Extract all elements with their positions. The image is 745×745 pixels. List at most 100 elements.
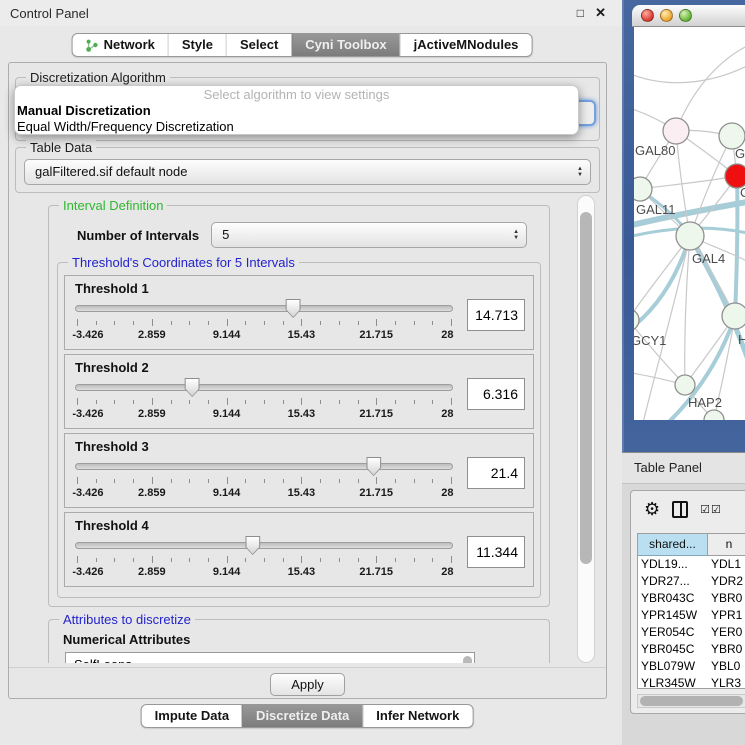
- network-node-hap2[interactable]: [675, 375, 695, 395]
- threshold-slider[interactable]: -3.4262.8599.14415.4321.71528: [75, 457, 453, 501]
- threshold-value-field[interactable]: 21.4: [467, 457, 525, 489]
- tab-impute-data[interactable]: Impute Data: [142, 705, 242, 727]
- tab-discretize-data[interactable]: Discretize Data: [242, 705, 362, 727]
- combobox-stepper-icon: ▲▼: [513, 225, 519, 241]
- network-node-gal4[interactable]: [676, 222, 704, 250]
- threshold-value-field[interactable]: 14.713: [467, 299, 525, 331]
- slider-thumb[interactable]: [245, 536, 260, 555]
- tab-cyni-toolbox[interactable]: Cyni Toolbox: [291, 34, 399, 56]
- mac-close-button[interactable]: [641, 9, 654, 22]
- threshold-slider[interactable]: -3.4262.8599.14415.4321.71528: [75, 378, 453, 422]
- slider-thumb[interactable]: [185, 378, 200, 397]
- close-window-icon[interactable]: ✕: [595, 5, 606, 21]
- threshold-panel: Threshold 3 -3.4262.8599.14415.4321.7152…: [64, 433, 534, 508]
- network-node-gal11[interactable]: [634, 177, 652, 201]
- node-label: C: [740, 185, 745, 200]
- threshold-panel: Threshold 4 -3.4262.8599.14415.4321.7152…: [64, 512, 534, 587]
- tab-style[interactable]: Style: [168, 34, 226, 56]
- number-of-intervals-label: Number of Intervals: [77, 228, 199, 243]
- table-data-combobox[interactable]: galFiltered.sif default node ▲▼: [24, 159, 591, 185]
- table-data-group: Table Data galFiltered.sif default node …: [15, 147, 600, 193]
- table-row[interactable]: YPR145WYPR1: [638, 607, 745, 624]
- numerical-attributes-list[interactable]: SelfLoopsTopologicalCoefficientBetweenne…: [65, 652, 475, 663]
- table-row[interactable]: YDR27...YDR2: [638, 573, 745, 590]
- tab-infer-network[interactable]: Infer Network: [362, 705, 472, 727]
- node-table[interactable]: shared... n YDL19...YDL1YDR27...YDR2YBR0…: [637, 533, 745, 689]
- network-node-gcy1[interactable]: [634, 309, 639, 331]
- threshold-slider[interactable]: -3.4262.8599.14415.4321.71528: [75, 299, 453, 343]
- tab-network[interactable]: Network: [73, 34, 168, 56]
- control-panel-tabbar: NetworkStyleSelectCyni ToolboxjActiveMNo…: [72, 33, 533, 57]
- apply-button[interactable]: Apply: [270, 673, 345, 696]
- threshold-value-field[interactable]: 6.316: [467, 378, 525, 410]
- algorithm-option-equal-width[interactable]: Equal Width/Frequency Discretization: [15, 119, 578, 135]
- settings-scroll-viewport: Interval Definition Number of Intervals …: [15, 195, 575, 663]
- slider-ticks: [77, 398, 451, 406]
- screen: Control Panel □ ✕ NetworkStyleSelectCyni…: [0, 0, 745, 745]
- threshold-slider[interactable]: -3.4262.8599.14415.4321.71528: [75, 536, 453, 580]
- node-label: GAL4: [692, 251, 725, 266]
- table-hscrollbar-thumb[interactable]: [640, 696, 743, 706]
- node-label: GAL80: [635, 143, 675, 158]
- table-panel-title: Table Panel: [634, 460, 702, 475]
- panel-scrollbar-thumb[interactable]: [580, 212, 592, 564]
- thresholds-group: Threshold's Coordinates for 5 Intervals …: [57, 262, 541, 598]
- tab-jactivemnodules[interactable]: jActiveMNodules: [400, 34, 532, 56]
- tab-select[interactable]: Select: [226, 34, 291, 56]
- thresholds-group-label: Threshold's Coordinates for 5 Intervals: [68, 255, 299, 270]
- network-node-h[interactable]: [722, 303, 745, 329]
- algorithm-option-manual[interactable]: Manual Discretization: [15, 103, 578, 119]
- threshold-panel: Threshold 2 -3.4262.8599.14415.4321.7152…: [64, 354, 534, 429]
- interval-definition-group: Interval Definition Number of Intervals …: [48, 205, 550, 607]
- attributes-group: Attributes to discretize Numerical Attri…: [48, 619, 550, 663]
- gear-icon[interactable]: ⚙: [644, 500, 660, 518]
- slider-track[interactable]: [75, 305, 453, 312]
- checkbox-icons[interactable]: ☑☑: [700, 503, 722, 516]
- mac-minimize-button[interactable]: [660, 9, 673, 22]
- slider-thumb[interactable]: [286, 299, 301, 318]
- slider-ticks: [77, 477, 451, 485]
- table-row[interactable]: YER054CYER0: [638, 624, 745, 641]
- attributes-group-label: Attributes to discretize: [59, 612, 195, 627]
- slider-track[interactable]: [75, 542, 453, 549]
- node-label: H: [738, 332, 745, 347]
- list-scrollbar[interactable]: [463, 656, 472, 663]
- panel-scrollbar[interactable]: [577, 195, 595, 663]
- numerical-attributes-label: Numerical Attributes: [63, 632, 549, 647]
- float-window-icon[interactable]: □: [577, 5, 584, 21]
- control-panel-title: Control Panel: [10, 6, 89, 21]
- threshold-label: Threshold 4: [75, 518, 525, 533]
- slider-thumb[interactable]: [366, 457, 381, 476]
- slider-tick-labels: -3.4262.8599.14415.4321.71528: [77, 487, 451, 499]
- right-column: GAL80GCGAL11GAL4GCY1HHAP2 Table Panel ⚙ …: [622, 0, 745, 745]
- threshold-value-field[interactable]: 11.344: [467, 536, 525, 568]
- number-of-intervals-row: Number of Intervals 5 ▲▼: [77, 222, 549, 248]
- slider-track[interactable]: [75, 463, 453, 470]
- table-hscrollbar[interactable]: [637, 694, 745, 708]
- network-window: GAL80GCGAL11GAL4GCY1HHAP2: [622, 0, 745, 452]
- discretization-algorithm-label: Discretization Algorithm: [26, 70, 170, 85]
- column-header-name[interactable]: n: [708, 534, 745, 556]
- table-row[interactable]: YBR043CYBR0: [638, 590, 745, 607]
- threshold-label: Threshold 2: [75, 360, 525, 375]
- cyni-toolbox-panel: Discretization Algorithm Select algorith…: [8, 62, 607, 699]
- interval-definition-label: Interval Definition: [59, 198, 167, 213]
- node-label: HAP2: [688, 395, 722, 410]
- attribute-item[interactable]: SelfLoops: [66, 656, 474, 663]
- column-layout-icon[interactable]: [672, 501, 688, 518]
- mac-zoom-button[interactable]: [679, 9, 692, 22]
- combobox-stepper-icon: ▲▼: [577, 162, 583, 178]
- network-view-canvas[interactable]: GAL80GCGAL11GAL4GCY1HHAP2: [634, 27, 745, 420]
- column-header-shared-name[interactable]: shared...: [638, 534, 708, 556]
- table-row[interactable]: YDL19...YDL1: [638, 556, 745, 573]
- network-window-titlebar: [632, 5, 745, 27]
- table-row[interactable]: YBR045CYBR0: [638, 641, 745, 658]
- algorithm-dropdown-popup: Select algorithm to view settings Manual…: [14, 85, 579, 135]
- threshold-label: Threshold 3: [75, 439, 525, 454]
- slider-track[interactable]: [75, 384, 453, 391]
- table-row[interactable]: YLR345WYLR3: [638, 675, 745, 689]
- table-row[interactable]: YBL079WYBL0: [638, 658, 745, 675]
- network-icon: [86, 39, 99, 52]
- number-of-intervals-combobox[interactable]: 5 ▲▼: [211, 222, 527, 248]
- network-node-gal80[interactable]: [663, 118, 689, 144]
